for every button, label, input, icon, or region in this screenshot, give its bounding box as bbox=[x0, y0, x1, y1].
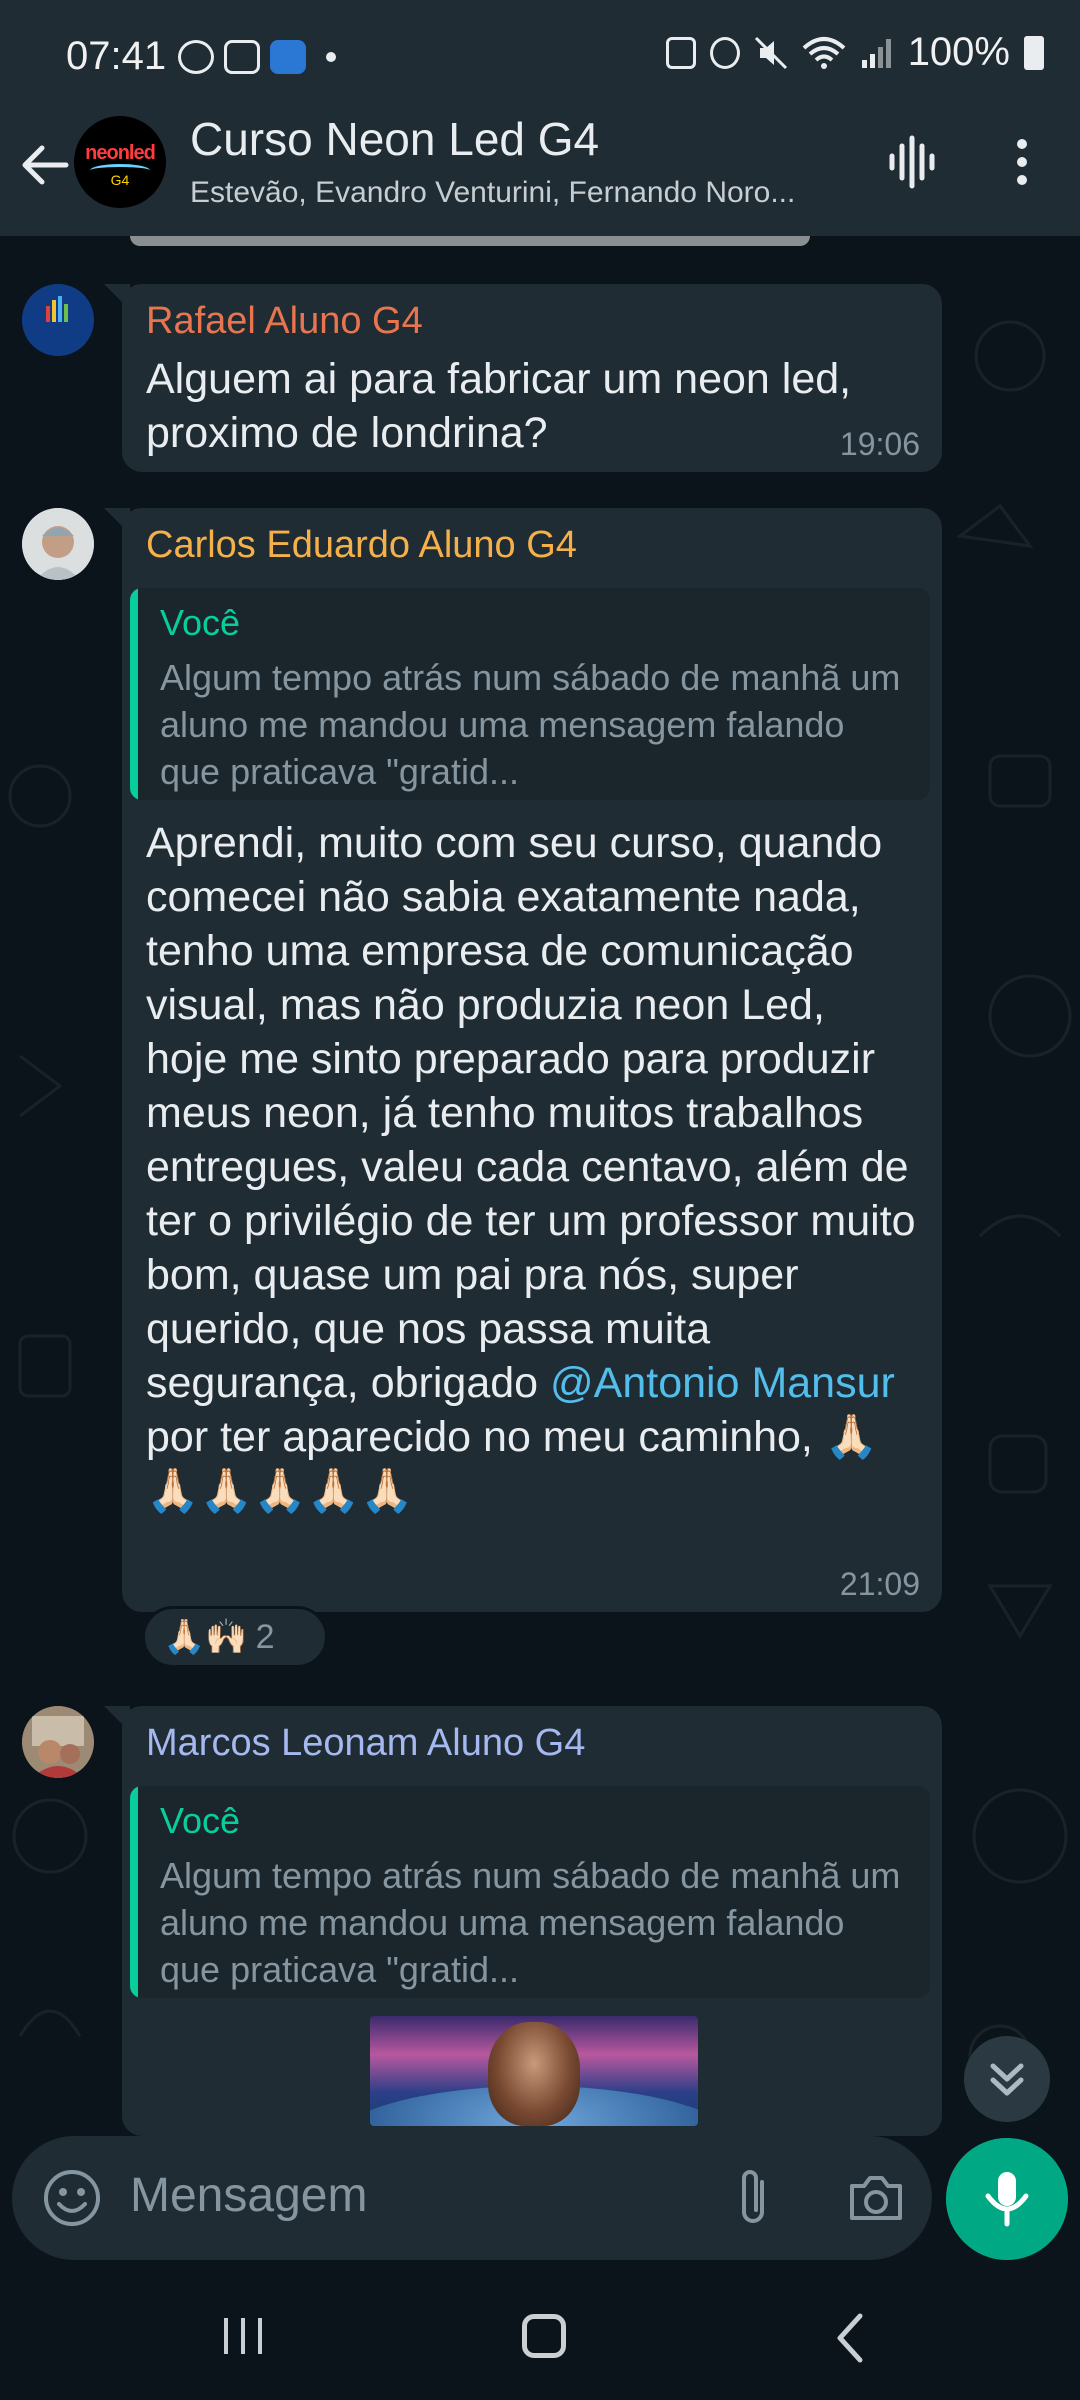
battery-icon bbox=[1024, 35, 1044, 70]
message-reactions[interactable]: 🙏🏻🙌🏻 2 bbox=[142, 1606, 328, 1668]
message-time: 21:09 bbox=[839, 1566, 920, 1602]
message-input[interactable]: Mensagem bbox=[130, 2168, 367, 2223]
message-bubble[interactable]: Marcos Leonam Aluno G4 Você Algum tempo … bbox=[104, 1706, 942, 2136]
status-notification-icons bbox=[178, 40, 336, 74]
group-title[interactable]: Curso Neon Led G4 bbox=[190, 112, 599, 166]
voicemail-icon bbox=[224, 40, 260, 74]
message-sender[interactable]: Marcos Leonam Aluno G4 bbox=[146, 1722, 585, 1765]
quote-text: Algum tempo atrás num sábado de manhã um… bbox=[160, 1855, 901, 1990]
system-nav-bar bbox=[0, 2280, 1080, 2400]
avatar-carlos[interactable] bbox=[22, 508, 94, 580]
message-text: Aprendi, muito com seu curso, quando com… bbox=[146, 816, 916, 1518]
quoted-message[interactable]: Você Algum tempo atrás num sábado de man… bbox=[130, 1786, 930, 1998]
quote-sender: Você bbox=[160, 602, 241, 643]
quote-accent-bar bbox=[130, 588, 138, 800]
quote-sender: Você bbox=[160, 1800, 241, 1841]
image-figure bbox=[488, 2022, 580, 2126]
quoted-message[interactable]: Você Algum tempo atrás num sábado de man… bbox=[130, 588, 930, 800]
status-time: 07:41 bbox=[66, 34, 167, 78]
home-icon[interactable] bbox=[522, 2314, 566, 2358]
more-options-icon[interactable] bbox=[1002, 134, 1042, 190]
status-system-icons: 100% bbox=[665, 30, 1044, 75]
camera-icon[interactable] bbox=[846, 2172, 906, 2224]
back-arrow-icon[interactable] bbox=[18, 138, 72, 192]
quote-text: Algum tempo atrás num sábado de manhã um… bbox=[160, 657, 901, 792]
app-notification-icon bbox=[270, 40, 306, 74]
bubble-tail bbox=[104, 1706, 130, 1732]
scroll-to-bottom-button[interactable] bbox=[964, 2036, 1050, 2122]
voice-chat-icon[interactable] bbox=[880, 130, 944, 194]
system-back-icon[interactable] bbox=[830, 2312, 870, 2364]
signal-icon bbox=[861, 38, 891, 68]
chat-area[interactable]: Rafael Aluno G4 Alguem ai para fabricar … bbox=[0, 236, 1080, 2136]
recent-apps-icon[interactable] bbox=[222, 2316, 264, 2356]
emoji-icon[interactable] bbox=[42, 2168, 102, 2228]
message-text: Alguem ai para fabricar um neon led, pro… bbox=[146, 355, 852, 457]
message-sender[interactable]: Carlos Eduardo Aluno G4 bbox=[146, 524, 577, 567]
avatar-marcos[interactable] bbox=[22, 1706, 94, 1778]
group-avatar-sub: G4 bbox=[110, 172, 130, 188]
bubble-tail bbox=[104, 284, 130, 310]
chat-header: neonled G4 Curso Neon Led G4 Estevão, Ev… bbox=[0, 113, 1080, 236]
reaction-emojis: 🙏🏻🙌🏻 bbox=[163, 1618, 248, 1656]
business-icon bbox=[178, 40, 214, 74]
battery-percent: 100% bbox=[907, 30, 1010, 74]
status-bar: 07:41 100% bbox=[0, 0, 1080, 116]
attach-icon[interactable] bbox=[730, 2166, 776, 2230]
message-sender[interactable]: Rafael Aluno G4 bbox=[146, 300, 423, 343]
mute-icon bbox=[754, 36, 787, 69]
message-text-part: por ter aparecido no meu caminho, 🙏🏻🙏🏻🙏🏻… bbox=[146, 1413, 879, 1515]
wifi-icon bbox=[802, 36, 846, 69]
group-members[interactable]: Estevão, Evandro Venturini, Fernando Nor… bbox=[190, 176, 840, 210]
microphone-button[interactable] bbox=[946, 2138, 1068, 2260]
quote-accent-bar bbox=[130, 1786, 138, 1998]
mention-link[interactable]: @Antonio Mansur bbox=[550, 1359, 895, 1407]
avatar-photo-icon bbox=[22, 508, 94, 580]
message-bubble[interactable]: Carlos Eduardo Aluno G4 Você Algum tempo… bbox=[104, 508, 942, 1612]
previous-media-edge bbox=[130, 236, 810, 246]
avatar-rafael[interactable] bbox=[22, 284, 94, 356]
bubble-tail bbox=[104, 508, 130, 534]
group-avatar[interactable]: neonled G4 bbox=[74, 116, 166, 208]
avatar-photo-icon bbox=[22, 1706, 94, 1778]
alarm-icon bbox=[709, 36, 740, 69]
reaction-count: 2 bbox=[255, 1617, 275, 1656]
more-notifications-icon bbox=[326, 52, 336, 62]
message-bubble[interactable]: Rafael Aluno G4 Alguem ai para fabricar … bbox=[104, 284, 942, 472]
message-image[interactable] bbox=[370, 2016, 698, 2126]
battery-saver-icon bbox=[665, 36, 696, 69]
message-text-part: Aprendi, muito com seu curso, quando com… bbox=[146, 819, 916, 1407]
message-composer[interactable]: Mensagem bbox=[12, 2136, 932, 2260]
avatar-logo-icon bbox=[22, 284, 94, 356]
message-time: 19:06 bbox=[839, 426, 920, 462]
group-avatar-logo-text: neonled bbox=[85, 142, 156, 164]
